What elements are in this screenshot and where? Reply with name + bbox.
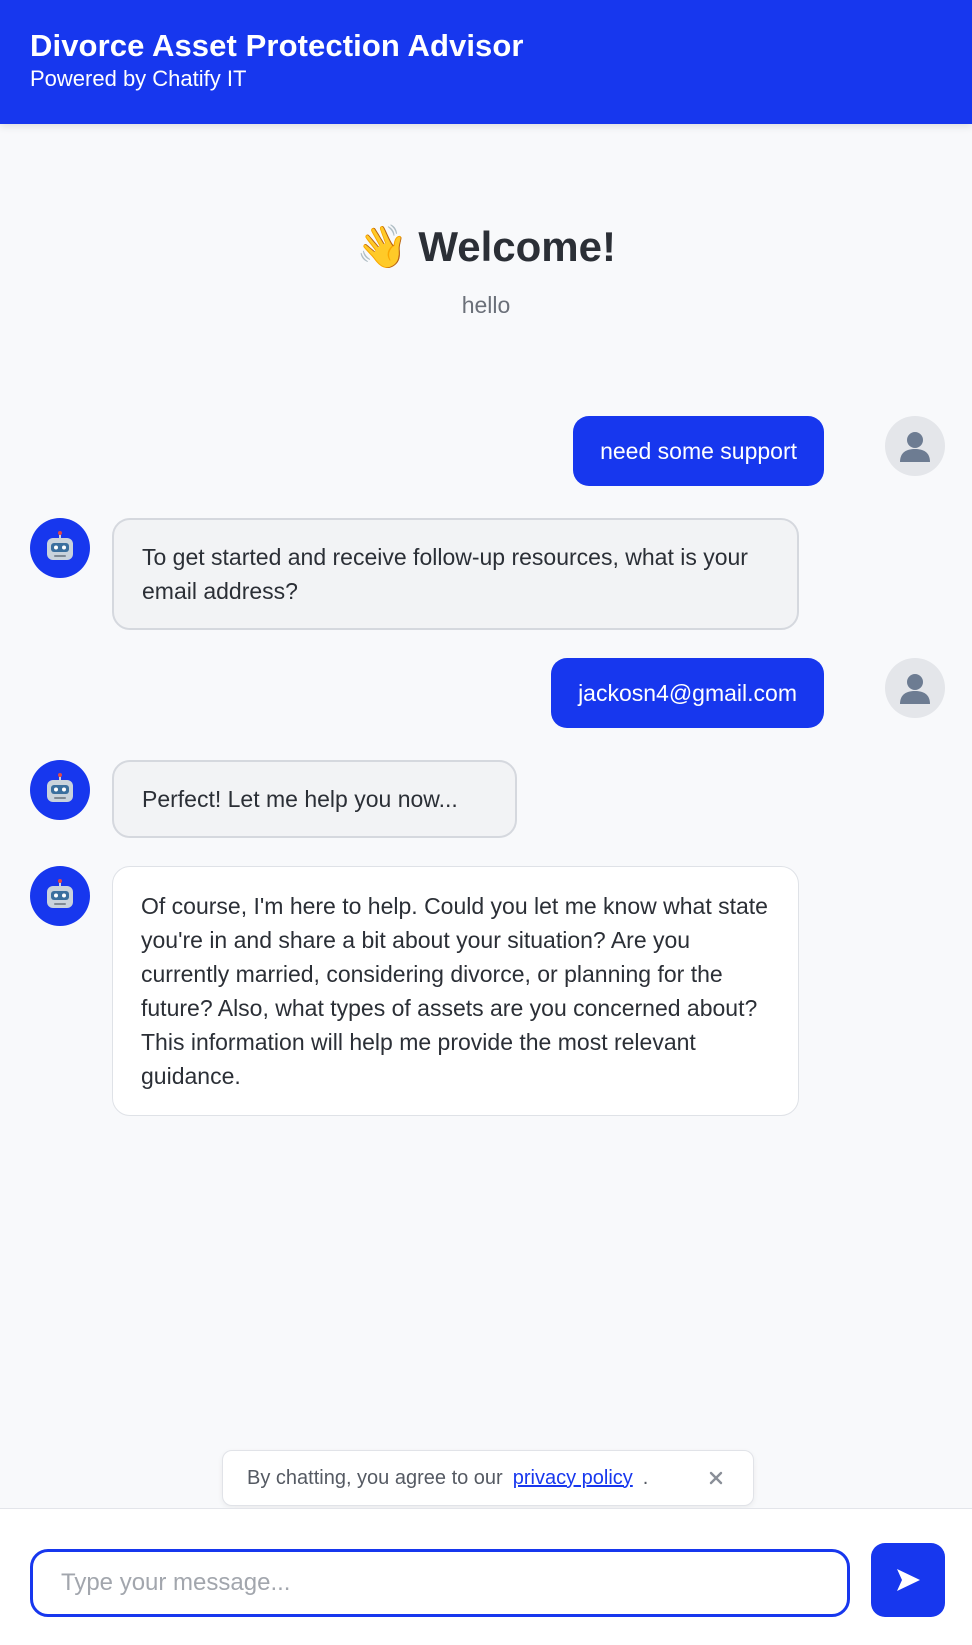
user-message: need some support <box>573 416 824 486</box>
message-input[interactable] <box>30 1549 850 1617</box>
composer-bar <box>0 1508 972 1645</box>
user-message: jackosn4@gmail.com <box>551 658 824 728</box>
user-icon <box>900 432 930 462</box>
welcome-heading: 👋 Welcome! <box>0 222 972 272</box>
waving-hand-icon: 👋 <box>356 222 409 271</box>
welcome-title: Welcome! <box>418 223 616 270</box>
bot-message: To get started and receive follow-up res… <box>112 518 799 630</box>
user-icon <box>900 674 930 704</box>
chat-header: Divorce Asset Protection Advisor Powered… <box>0 0 972 124</box>
close-privacy-button[interactable] <box>703 1465 729 1491</box>
welcome-subtitle: hello <box>461 292 511 318</box>
user-avatar <box>885 416 945 476</box>
bot-avatar <box>30 518 90 578</box>
privacy-policy-link[interactable]: privacy policy <box>513 1467 633 1490</box>
chat-title: Divorce Asset Protection Advisor <box>30 28 524 63</box>
robot-icon <box>47 531 73 560</box>
robot-icon <box>47 879 73 908</box>
privacy-text: By chatting, you agree to our <box>247 1466 503 1489</box>
privacy-notice: By chatting, you agree to our privacy po… <box>222 1450 754 1506</box>
user-avatar <box>885 658 945 718</box>
bot-avatar <box>30 760 90 820</box>
robot-icon <box>47 773 73 802</box>
send-arrow-icon <box>897 1569 920 1591</box>
bot-message: Of course, I'm here to help. Could you l… <box>112 866 799 1116</box>
privacy-period: . <box>642 1466 649 1489</box>
bot-message: Perfect! Let me help you now... <box>112 760 517 838</box>
send-button[interactable] <box>871 1543 945 1617</box>
close-icon <box>709 1471 723 1485</box>
chat-subtitle: Powered by Chatify IT <box>30 66 247 91</box>
bot-avatar <box>30 866 90 926</box>
